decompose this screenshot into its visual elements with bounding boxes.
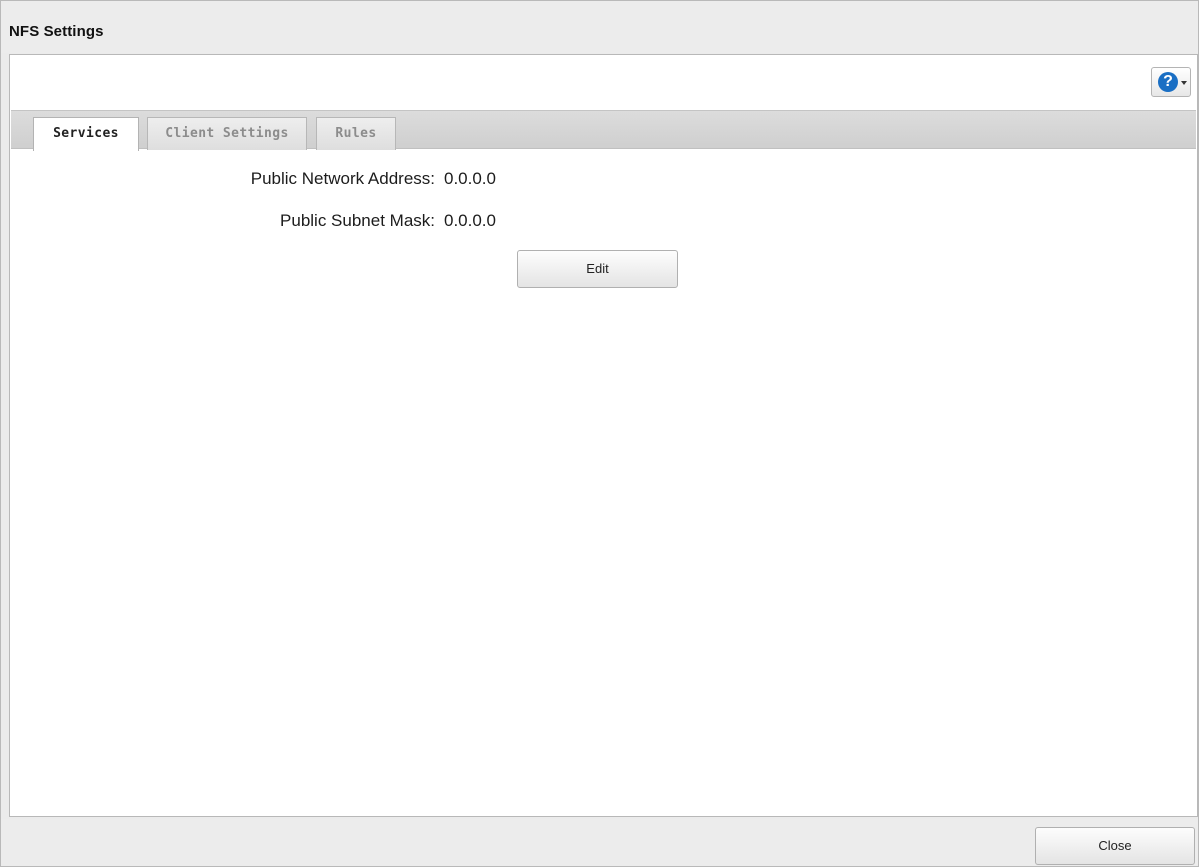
tab-client-settings[interactable]: Client Settings xyxy=(147,117,307,150)
public-subnet-mask-value: 0.0.0.0 xyxy=(444,211,496,230)
edit-button[interactable]: Edit xyxy=(517,250,678,288)
chevron-down-icon xyxy=(1181,81,1187,85)
title-bar: NFS Settings xyxy=(1,1,1198,53)
footer-bar: Close xyxy=(1,819,1198,866)
question-circle-icon: ? xyxy=(1158,72,1178,92)
public-subnet-mask-label: Public Subnet Mask: xyxy=(280,211,435,230)
public-network-address-label: Public Network Address: xyxy=(250,169,435,188)
public-network-address-row: Public Network Address: 0.0.0.0 xyxy=(10,169,710,193)
nfs-settings-window: NFS Settings ? Services Client Settings … xyxy=(0,0,1199,867)
public-subnet-mask-row: Public Subnet Mask: 0.0.0.0 xyxy=(10,211,710,235)
tab-services[interactable]: Services xyxy=(33,117,139,151)
window-title: NFS Settings xyxy=(9,23,104,40)
public-network-address-value: 0.0.0.0 xyxy=(444,169,496,188)
tab-bar: Services Client Settings Rules xyxy=(11,110,1196,151)
close-button[interactable]: Close xyxy=(1035,827,1195,865)
tab-rules[interactable]: Rules xyxy=(316,117,396,150)
help-menu-button[interactable]: ? xyxy=(1151,67,1191,97)
content-panel: ? Services Client Settings Rules Public … xyxy=(9,54,1198,817)
